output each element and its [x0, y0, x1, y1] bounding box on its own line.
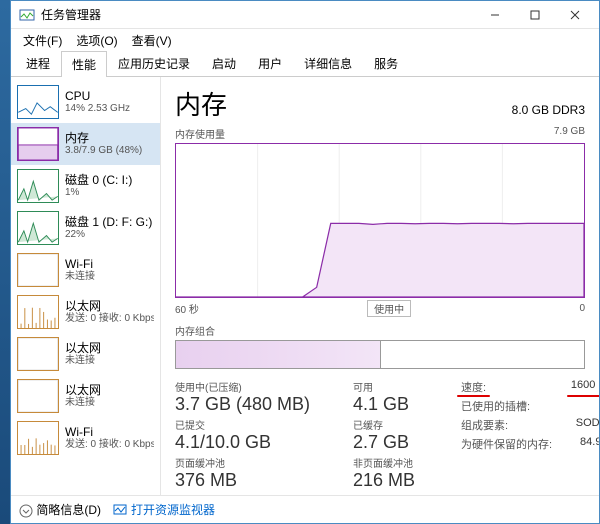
footer-bar: 简略信息(D) 打开资源监视器 [11, 495, 599, 523]
sidebar-item-label: 以太网 [65, 299, 154, 313]
window-title: 任务管理器 [41, 6, 475, 23]
memory-total: 8.0 GB DDR3 [512, 103, 585, 117]
sidebar-thumb [17, 337, 59, 371]
memory-slot-1 [381, 341, 585, 368]
in-use-value: 3.7 GB (480 MB) [175, 394, 345, 415]
memory-chart[interactable]: 内存使用量 7.9 GB 60 秒 使用中 0 [175, 126, 585, 317]
sidebar[interactable]: CPU14% 2.53 GHz内存3.8/7.9 GB (48%)磁盘 0 (C… [11, 77, 161, 495]
sidebar-item-1[interactable]: 内存3.8/7.9 GB (48%) [11, 123, 160, 165]
committed-value: 4.1/10.0 GB [175, 432, 345, 453]
speed-label: 速度: [461, 379, 486, 395]
monitor-icon [113, 503, 127, 517]
sidebar-item-0[interactable]: CPU14% 2.53 GHz [11, 81, 160, 123]
sidebar-item-sub: 1% [65, 187, 132, 199]
sidebar-thumb [17, 85, 59, 119]
sidebar-item-sub: 未连接 [65, 355, 101, 367]
close-button[interactable] [555, 3, 595, 27]
form-factor-value: SODIMM [576, 417, 599, 433]
memory-slots[interactable] [175, 340, 585, 369]
nonpaged-label: 非页面缓冲池 [353, 455, 453, 470]
sidebar-item-sub: 14% 2.53 GHz [65, 103, 130, 115]
fewer-details-label: 简略信息(D) [36, 503, 101, 517]
chart-usage-label: 内存使用量 [175, 126, 225, 141]
tab-0[interactable]: 进程 [15, 50, 61, 76]
menu-file[interactable]: 文件(F) [17, 30, 68, 51]
menubar: 文件(F) 选项(O) 查看(V) [11, 29, 599, 51]
main-panel: 内存 8.0 GB DDR3 内存使用量 7.9 GB 60 秒 使用中 0 内… [161, 77, 599, 495]
menu-view[interactable]: 查看(V) [126, 30, 178, 51]
cached-label: 已缓存 [353, 417, 453, 432]
app-icon [19, 7, 35, 23]
speed-value: 1600 MHz [571, 379, 599, 395]
sidebar-item-2[interactable]: 磁盘 0 (C: I:)1% [11, 165, 160, 207]
minimize-button[interactable] [475, 3, 515, 27]
sidebar-thumb [17, 169, 59, 203]
tab-5[interactable]: 详细信息 [293, 50, 363, 76]
sidebar-thumb [17, 379, 59, 413]
tabbar: 进程性能应用历史记录启动用户详细信息服务 [11, 51, 599, 77]
tab-2[interactable]: 应用历史记录 [107, 50, 201, 76]
form-factor-label: 组成要素: [461, 417, 508, 433]
sidebar-item-label: CPU [65, 89, 130, 103]
sidebar-item-sub: 发送: 0 接收: 0 Kbps [65, 313, 154, 325]
resource-monitor-label: 打开资源监视器 [131, 501, 215, 518]
sidebar-item-label: Wi-Fi [65, 425, 154, 439]
sidebar-thumb [17, 211, 59, 245]
sidebar-item-5[interactable]: 以太网发送: 0 接收: 0 Kbps [11, 291, 160, 333]
tab-3[interactable]: 启动 [201, 50, 247, 76]
chart-ymax-label: 7.9 GB [554, 126, 585, 141]
memory-slot-0 [176, 341, 381, 368]
chart-area[interactable] [175, 143, 585, 298]
tab-4[interactable]: 用户 [247, 50, 293, 76]
sidebar-item-label: 磁盘 1 (D: F: G:) [65, 215, 152, 229]
sidebar-item-label: 磁盘 0 (C: I:) [65, 173, 132, 187]
sidebar-item-label: 内存 [65, 131, 142, 145]
sidebar-item-8[interactable]: Wi-Fi发送: 0 接收: 0 Kbps [11, 417, 160, 459]
sidebar-item-label: 以太网 [65, 383, 101, 397]
slots-label: 内存组合 [175, 323, 585, 338]
open-resource-monitor-link[interactable]: 打开资源监视器 [113, 501, 215, 518]
sidebar-thumb [17, 421, 59, 455]
task-manager-window: 任务管理器 文件(F) 选项(O) 查看(V) 进程性能应用历史记录启动用户详细… [10, 0, 600, 524]
content: CPU14% 2.53 GHz内存3.8/7.9 GB (48%)磁盘 0 (C… [11, 77, 599, 495]
hw-reserved-label: 为硬件保留的内存: [461, 436, 552, 452]
sidebar-thumb [17, 127, 59, 161]
sidebar-item-sub: 未连接 [65, 271, 95, 283]
tab-1[interactable]: 性能 [61, 51, 107, 77]
fewer-details-toggle[interactable]: 简略信息(D) [19, 501, 101, 518]
hw-reserved-value: 84.9 MB [580, 436, 599, 452]
in-use-label: 使用中(已压缩) [175, 379, 345, 394]
sidebar-item-sub: 22% [65, 229, 152, 241]
sidebar-item-7[interactable]: 以太网未连接 [11, 375, 160, 417]
axis-center-badge: 使用中 [367, 300, 411, 317]
desktop-background-strip [0, 0, 10, 524]
sidebar-item-3[interactable]: 磁盘 1 (D: F: G:)22% [11, 207, 160, 249]
paged-label: 页面缓冲池 [175, 455, 345, 470]
sidebar-item-sub: 未连接 [65, 397, 101, 409]
sidebar-item-4[interactable]: Wi-Fi未连接 [11, 249, 160, 291]
page-title: 内存 [175, 85, 227, 122]
nonpaged-value: 216 MB [353, 470, 453, 491]
available-label: 可用 [353, 379, 453, 394]
available-value: 4.1 GB [353, 394, 453, 415]
tab-6[interactable]: 服务 [363, 50, 409, 76]
sidebar-item-6[interactable]: 以太网未连接 [11, 333, 160, 375]
axis-left-label: 60 秒 [175, 301, 199, 316]
window-controls [475, 3, 595, 27]
titlebar[interactable]: 任务管理器 [11, 1, 599, 29]
maximize-button[interactable] [515, 3, 555, 27]
sidebar-item-sub: 发送: 0 接收: 0 Kbps [65, 439, 154, 451]
cached-value: 2.7 GB [353, 432, 453, 453]
sidebar-item-sub: 3.8/7.9 GB (48%) [65, 145, 142, 157]
sidebar-item-label: 以太网 [65, 341, 101, 355]
stats-grid: 使用中(已压缩) 3.7 GB (480 MB) 可用 4.1 GB 速度:16… [175, 379, 585, 491]
paged-value: 376 MB [175, 470, 345, 491]
slots-used-label: 已使用的插槽: [461, 398, 530, 414]
axis-right-label: 0 [579, 303, 585, 314]
sidebar-thumb [17, 253, 59, 287]
committed-label: 已提交 [175, 417, 345, 432]
sidebar-item-label: Wi-Fi [65, 257, 95, 271]
sidebar-thumb [17, 295, 59, 329]
menu-options[interactable]: 选项(O) [70, 30, 123, 51]
